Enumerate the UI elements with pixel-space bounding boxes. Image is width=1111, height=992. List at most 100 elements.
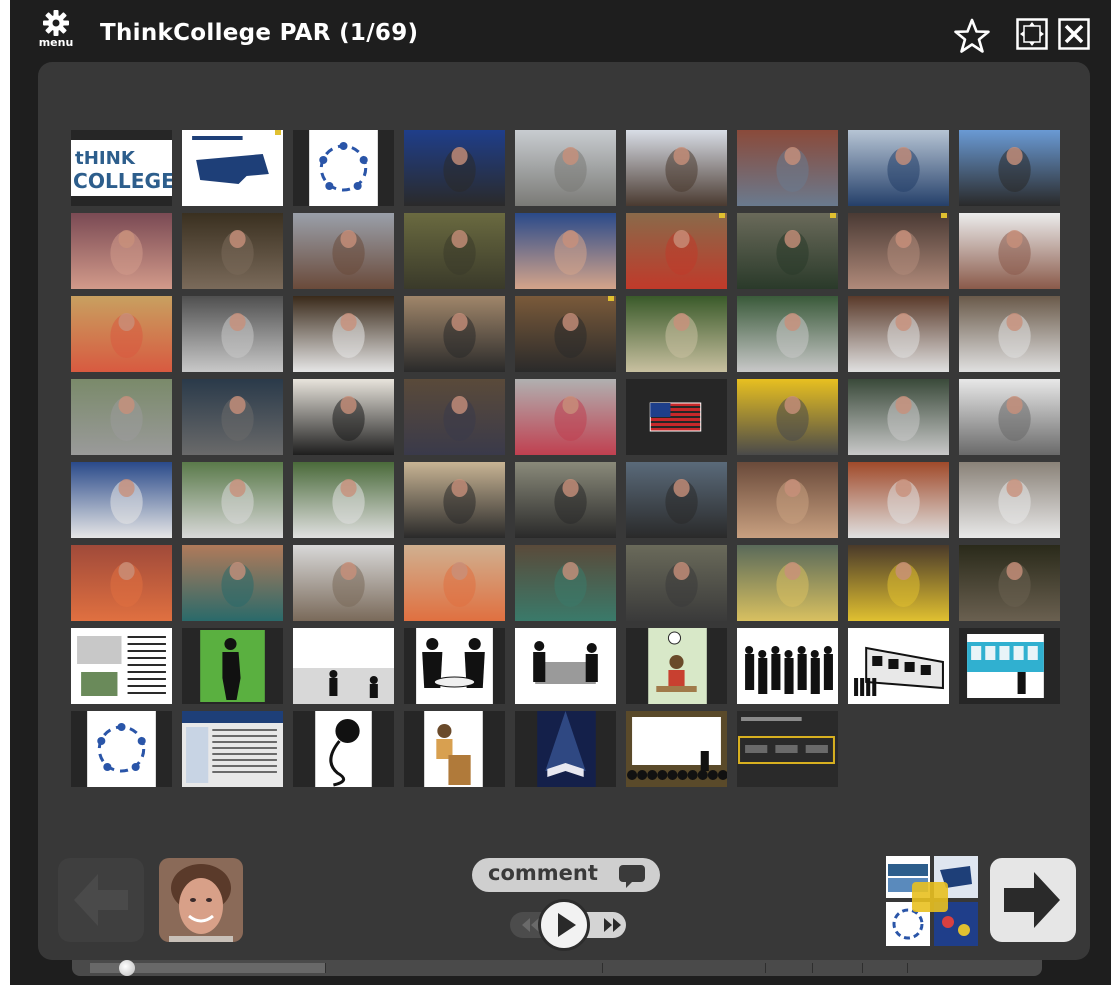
slide-thumbnail[interactable] [737, 628, 838, 704]
slide-thumbnail[interactable] [848, 628, 949, 704]
slide-thumbnail[interactable] [626, 130, 727, 206]
slide-thumbnail[interactable] [737, 130, 838, 206]
slide-thumbnail[interactable] [737, 296, 838, 372]
slide-silhouette-crowd [737, 628, 838, 704]
slide-photo [71, 213, 172, 289]
slide-thumbnail[interactable] [293, 628, 394, 704]
next-slides-thumbnail [886, 856, 978, 946]
slide-thumbnail[interactable] [293, 213, 394, 289]
slide-thumbnail[interactable]: tHINKCOLLEGE! [71, 130, 172, 206]
slide-thumbnail[interactable] [515, 130, 616, 206]
slide-thumbnail[interactable] [71, 628, 172, 704]
slide-thumbnail[interactable] [293, 711, 394, 787]
slide-thumbnail[interactable] [848, 462, 949, 538]
slide-photo [737, 462, 838, 538]
slide-thumbnail[interactable] [737, 213, 838, 289]
slide-thumbnail[interactable] [515, 462, 616, 538]
slide-sorter-panel: tHINKCOLLEGE! [38, 62, 1090, 960]
slide-document [71, 628, 172, 704]
seek-segment [325, 963, 326, 973]
previous-button[interactable] [58, 858, 144, 942]
slide-thumbnail[interactable] [404, 462, 505, 538]
slide-thumbnail[interactable] [737, 545, 838, 621]
slide-thumbnail[interactable] [515, 296, 616, 372]
slide-thumbnail[interactable] [293, 296, 394, 372]
slide-thumbnail[interactable] [959, 130, 1060, 206]
menu-button[interactable]: menu [36, 10, 76, 56]
slide-thumbnail[interactable] [293, 379, 394, 455]
seek-bar[interactable] [72, 960, 1042, 976]
slide-thumbnail[interactable] [71, 213, 172, 289]
slide-thumbnail[interactable] [626, 296, 727, 372]
slide-thumbnail[interactable] [737, 711, 838, 787]
comment-button[interactable]: comment [472, 858, 660, 892]
slide-thumbnail[interactable] [293, 130, 394, 206]
slide-thumbnail[interactable] [626, 213, 727, 289]
slide-thumbnail[interactable] [71, 711, 172, 787]
star-icon[interactable] [954, 18, 990, 54]
slide-thumbnail[interactable] [515, 711, 616, 787]
slide-photo [848, 213, 949, 289]
slide-thumbnail[interactable] [626, 462, 727, 538]
slide-thumbnail[interactable] [182, 545, 283, 621]
play-button[interactable] [538, 899, 590, 951]
next-button[interactable] [990, 858, 1076, 942]
speech-bubble-icon [619, 865, 645, 888]
slide-thumbnail[interactable] [959, 213, 1060, 289]
close-icon[interactable] [1058, 18, 1090, 50]
slide-thumbnail[interactable] [959, 379, 1060, 455]
slide-thumbnail[interactable] [515, 213, 616, 289]
slide-thumbnail[interactable] [404, 628, 505, 704]
slide-thumbnail[interactable] [71, 379, 172, 455]
slide-thumbnail[interactable] [71, 462, 172, 538]
slide-thumbnail[interactable] [404, 213, 505, 289]
presenter-avatar[interactable] [159, 858, 243, 942]
slide-thumbnail[interactable] [182, 130, 283, 206]
slide-thumbnail[interactable] [71, 296, 172, 372]
seek-handle[interactable] [119, 960, 135, 976]
slide-thumbnail[interactable] [848, 213, 949, 289]
slide-thumbnail[interactable] [182, 296, 283, 372]
slide-thumbnail[interactable] [959, 296, 1060, 372]
slide-thumbnail[interactable] [959, 545, 1060, 621]
slide-thumbnail[interactable] [293, 462, 394, 538]
slide-thumbnail[interactable] [959, 628, 1060, 704]
slide-thumbnail[interactable] [515, 379, 616, 455]
slide-thumbnail[interactable] [404, 296, 505, 372]
slide-thumbnail[interactable] [182, 379, 283, 455]
slide-thumbnail[interactable] [293, 545, 394, 621]
slide-speaker-podium [424, 711, 483, 787]
slide-thumbnail[interactable] [848, 130, 949, 206]
slide-thumbnail[interactable] [515, 628, 616, 704]
slide-thumbnail[interactable] [626, 628, 727, 704]
slide-photo [515, 379, 616, 455]
slide-thumbnail[interactable] [404, 379, 505, 455]
slide-thumbnail[interactable] [848, 296, 949, 372]
slide-thumbnail[interactable] [959, 462, 1060, 538]
slide-illustration-desk [648, 628, 707, 704]
fullscreen-icon[interactable] [1016, 18, 1048, 50]
slide-photo [182, 296, 283, 372]
slide-thumbnail[interactable] [626, 379, 727, 455]
slide-thumbnail[interactable] [182, 462, 283, 538]
slide-thumbnail[interactable] [182, 213, 283, 289]
slide-microphone [315, 711, 372, 787]
slide-thumbnail[interactable] [626, 711, 727, 787]
slide-thumbnail[interactable] [404, 545, 505, 621]
slide-thumbnail[interactable] [404, 711, 505, 787]
slide-thumbnail[interactable] [182, 628, 283, 704]
slide-thumbnail[interactable] [848, 545, 949, 621]
next-slides-preview[interactable] [886, 856, 978, 946]
slide-train [967, 634, 1044, 698]
slide-thumbnail[interactable] [848, 379, 949, 455]
slide-thumbnail[interactable] [737, 462, 838, 538]
slide-thumbnail[interactable] [404, 130, 505, 206]
slide-thumbnail[interactable] [182, 711, 283, 787]
slide-thumbnail[interactable] [515, 545, 616, 621]
player-frame: menu ThinkCollege PAR (1/69) tHINK COLLEG… [10, 0, 1111, 985]
slide-thumbnail[interactable] [71, 545, 172, 621]
arrow-left-icon [74, 874, 128, 926]
slide-thumbnail[interactable] [626, 545, 727, 621]
slide-thumbnail[interactable] [737, 379, 838, 455]
comment-marker [941, 213, 947, 218]
